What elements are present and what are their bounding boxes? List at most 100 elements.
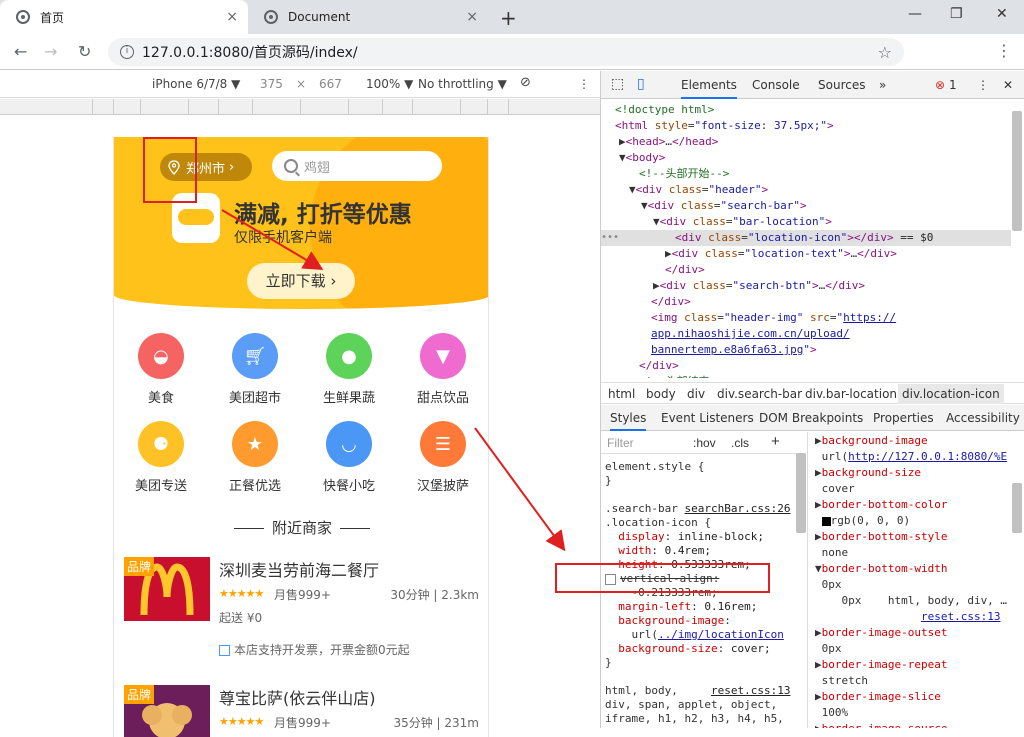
dom-node[interactable]: <html style="font-size: 37.5px;">	[615, 118, 834, 134]
crumb-search-bar[interactable]: div.search-bar	[717, 387, 802, 401]
dom-scrollbar[interactable]	[1012, 111, 1022, 231]
tab-console[interactable]: Console	[752, 78, 800, 92]
category-food[interactable]: ◒ 美食	[114, 333, 208, 406]
browser-tab-document[interactable]: Document ×	[248, 0, 488, 34]
crumb-location-icon[interactable]: div.location-icon	[898, 384, 1004, 404]
dom-node[interactable]: <!doctype html>	[615, 102, 714, 118]
devtools-menu-icon[interactable]: ⋮	[977, 78, 989, 92]
inspect-icon[interactable]: ⬚	[611, 76, 624, 92]
device-select[interactable]: iPhone 6/7/8 ▼	[152, 77, 240, 91]
device-height-input[interactable]: 667	[319, 77, 342, 91]
computed-line[interactable]: 100%	[815, 706, 849, 720]
throttle-select[interactable]: No throttling ▼	[418, 77, 507, 91]
computed-line[interactable]: ▶border-bottom-style	[815, 530, 947, 544]
computed-line[interactable]: ▶background-size	[815, 466, 921, 480]
computed-line[interactable]: ▶background-image	[815, 434, 928, 448]
new-tab-button[interactable]: +	[500, 6, 517, 30]
style-line[interactable]: url(../img/locationIcon	[605, 628, 783, 642]
tab-properties[interactable]: Properties	[873, 411, 934, 425]
url-bar[interactable]: i 127.0.0.1:8080/首页源码/index/ ☆	[108, 38, 904, 66]
category-dining[interactable]: ★ 正餐优选	[208, 421, 302, 494]
bookmark-star-icon[interactable]: ☆	[878, 43, 892, 62]
node-ellipsis-icon[interactable]: •••	[601, 230, 619, 246]
filter-input[interactable]: Filter	[607, 436, 634, 450]
computed-line[interactable]: 0px	[815, 578, 842, 592]
category-dessert[interactable]: ▼ 甜点饮品	[396, 333, 488, 406]
reload-icon[interactable]: ↻	[78, 42, 91, 61]
style-line[interactable]: iframe, h1, h2, h3, h4, h5,	[605, 712, 784, 726]
computed-line[interactable]: ▶border-image-repeat	[815, 658, 947, 672]
dom-node[interactable]: ▼<body>	[619, 150, 665, 166]
dom-node[interactable]: ▶<div class="search-btn">…</div>	[653, 278, 865, 294]
computed-scrollbar[interactable]	[1012, 483, 1022, 533]
close-tab-icon[interactable]: ×	[226, 9, 238, 25]
minimize-icon[interactable]: —	[908, 6, 922, 22]
dom-node[interactable]: <!--头部结束-->	[639, 374, 729, 378]
tab-dom-breakpoints[interactable]: DOM Breakpoints	[759, 411, 863, 425]
crumb-div[interactable]: div	[687, 387, 705, 401]
dom-node[interactable]: ▼<div class="bar-location">	[653, 214, 832, 230]
dom-node[interactable]: ▶<div class="location-text">…</div>	[665, 246, 897, 262]
style-line[interactable]: background-image:	[605, 614, 731, 628]
devtools-close-icon[interactable]: ✕	[1003, 78, 1013, 92]
dom-node[interactable]: </div>	[651, 294, 691, 310]
style-line[interactable]: }	[605, 656, 612, 670]
category-burger[interactable]: ☰ 汉堡披萨	[396, 421, 488, 494]
error-icon[interactable]: ⊗	[935, 78, 945, 92]
computed-line[interactable]: cover	[815, 482, 855, 496]
rotate-icon[interactable]: ⊘	[520, 75, 531, 90]
back-icon[interactable]: ←	[14, 42, 27, 61]
computed-line[interactable]: ▶border-image-outset	[815, 626, 947, 640]
cls-toggle[interactable]: .cls	[731, 436, 749, 450]
style-line[interactable]: display: inline-block;	[605, 530, 764, 544]
dom-node[interactable]: app.nihaoshijie.com.cn/upload/	[651, 326, 850, 342]
style-line[interactable]: background-size: cover;	[605, 642, 770, 656]
category-snack[interactable]: ◡ 快餐小吃	[302, 421, 396, 494]
style-line[interactable]: element.style {	[605, 460, 704, 474]
more-tabs-icon[interactable]: »	[879, 78, 886, 92]
crumb-body[interactable]: body	[646, 387, 676, 401]
device-toggle-icon[interactable]: ▯	[637, 76, 645, 92]
shop-item[interactable]: 品牌 深圳麦当劳前海二餐厅 ★★★★★ 月售999+ 30分钟 | 2.3km …	[124, 557, 484, 667]
dom-node[interactable]: ▶<head>…</head>	[619, 134, 718, 150]
computed-line[interactable]: 0px html, body, div, …	[815, 594, 1007, 608]
dom-node[interactable]: ▼<div class="header">	[629, 182, 768, 198]
tab-event-listeners[interactable]: Event Listeners	[661, 411, 754, 425]
styles-scrollbar[interactable]	[796, 453, 806, 533]
computed-line[interactable]: none	[815, 546, 849, 560]
style-line[interactable]: }	[605, 474, 612, 488]
close-tab-icon[interactable]: ×	[466, 9, 478, 25]
device-width-input[interactable]: 375	[260, 77, 283, 91]
style-line[interactable]: div, span, applet, object,	[605, 698, 777, 712]
dom-node[interactable]: bannertemp.e8a6fa63.jpg">	[651, 342, 817, 358]
download-button[interactable]: 立即下载 ›	[247, 263, 355, 299]
dom-node[interactable]: ▼<div class="search-bar">	[641, 198, 807, 214]
style-line[interactable]: width: 0.4rem;	[605, 544, 711, 558]
browser-tab-home[interactable]: 首页 ×	[0, 0, 248, 34]
crumb-bar-location[interactable]: div.bar-location	[805, 387, 897, 401]
forward-icon[interactable]: →	[44, 42, 57, 61]
category-fresh[interactable]: ● 生鲜果蔬	[302, 333, 396, 406]
category-delivery[interactable]: ⚈ 美团专送	[114, 421, 208, 494]
search-input[interactable]: 鸡翅	[272, 151, 442, 181]
category-supermarket[interactable]: 🛒︎ 美团超市	[208, 333, 302, 406]
device-more-icon[interactable]: ⋮	[578, 77, 590, 91]
computed-line[interactable]: url(http://127.0.0.1:8080/%E	[815, 450, 1007, 464]
computed-line[interactable]: ▶border-bottom-color	[815, 498, 947, 512]
dom-node[interactable]: </div>	[665, 262, 705, 278]
menu-icon[interactable]: ⋮	[996, 41, 1012, 60]
shop-item[interactable]: 品牌 尊宝比萨(依云伴山店) ★★★★★ 月售999+ 35分钟 | 231m	[124, 685, 484, 737]
dom-node[interactable]: <!--头部开始-->	[639, 166, 729, 182]
computed-line[interactable]: 0px	[815, 642, 842, 656]
style-line[interactable]: margin-left: 0.16rem;	[605, 600, 757, 614]
restore-icon[interactable]: ❐	[950, 6, 963, 22]
computed-line[interactable]: reset.css:13	[815, 610, 1000, 624]
crumb-html[interactable]: html	[608, 387, 635, 401]
style-line[interactable]: .location-icon {	[605, 516, 711, 530]
tab-accessibility[interactable]: Accessibility	[946, 411, 1020, 425]
info-icon[interactable]: i	[120, 45, 134, 59]
style-line[interactable]: .search-bar searchBar.css:26	[605, 502, 790, 516]
hov-toggle[interactable]: :hov	[693, 436, 716, 450]
computed-line[interactable]: ▼border-bottom-width	[815, 562, 947, 576]
dom-node-selected[interactable]: <div class="location-icon"></div> == $0	[601, 230, 1011, 246]
